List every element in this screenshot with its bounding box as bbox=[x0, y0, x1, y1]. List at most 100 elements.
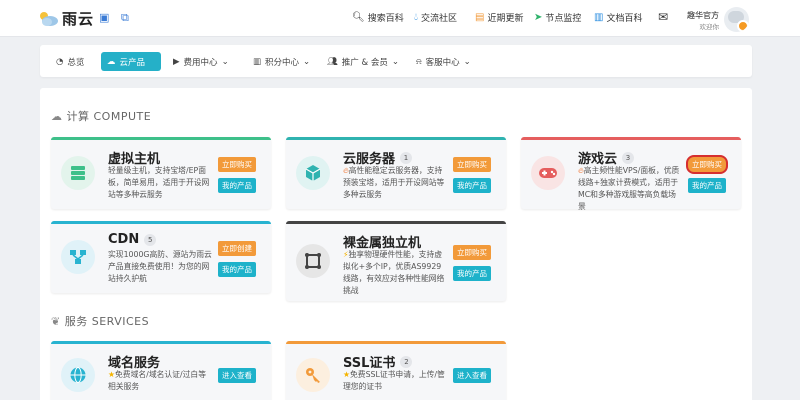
card-description: 🔥︎高性能稳定云服务器，支持预装宝塔，适用于开设网站等多种云服务 bbox=[343, 165, 448, 201]
enter-view-button[interactable]: 进入查看 bbox=[453, 368, 491, 383]
avatar-badge-icon bbox=[737, 20, 749, 32]
tab-label: 总览 bbox=[67, 57, 85, 68]
card-description: ★免费域名/域名认证/过白等相关服务 bbox=[108, 369, 213, 393]
gamepad-icon bbox=[531, 156, 565, 190]
nav-label: 交流社区 bbox=[421, 14, 458, 24]
buy-now-button[interactable]: 立即购买 bbox=[218, 157, 256, 172]
nav-label: 文档百科 bbox=[606, 14, 643, 24]
card-cdn: CDN 5 实现1000G高防、源站为雨云产品直接免费使用！为您的网站持久护航 立… bbox=[51, 221, 271, 293]
top-bar: 雨云 ▣ ⧉ 🔍︎ 搜索百科 💧︎ 交流社区 ▤ 近期更新 ➤ 节点监控 ▥ 文… bbox=[0, 0, 800, 37]
bare-metal-icon bbox=[296, 244, 330, 278]
card-title-text: CDN bbox=[108, 232, 140, 247]
my-products-button[interactable]: 我的产品 bbox=[453, 266, 491, 281]
my-products-button[interactable]: 我的产品 bbox=[218, 262, 256, 277]
buy-now-button[interactable]: 立即购买 bbox=[688, 157, 726, 172]
tab-billing[interactable]: ▶ 费用中心 ⌄ bbox=[167, 52, 235, 71]
card-description: 实现1000G高防、源站为雨云产品直接免费使用！为您的网站持久护航 bbox=[108, 250, 212, 283]
card-ssl-certificate: SSL证书 2 ★免费SSL证书申请，上传/管理您的证书 进入查看 bbox=[286, 341, 506, 400]
buy-now-button[interactable]: 立即购买 bbox=[453, 157, 491, 172]
cloud-icon: ☁ bbox=[51, 109, 63, 123]
cloud-icon: ☁ bbox=[107, 56, 116, 67]
image-icon[interactable]: ▣ bbox=[99, 11, 109, 24]
globe-icon bbox=[61, 358, 95, 392]
desc-text: 免费SSL证书申请，上传/管理您的证书 bbox=[343, 370, 445, 391]
section-compute-title: ☁ 计算 COMPUTE bbox=[51, 108, 151, 124]
count-badge: 2 bbox=[400, 355, 413, 368]
desc-text: 独享物理硬件性能，支持虚拟化+多个IP，优质AS9929线路，有效应对各种性能网… bbox=[343, 250, 445, 295]
tab-cloud-products[interactable]: ☁ 云产品 bbox=[101, 52, 161, 71]
card-description: ★免费SSL证书申请，上传/管理您的证书 bbox=[343, 369, 448, 393]
star-icon: ★ bbox=[108, 370, 115, 379]
tab-label: 推广 & 会员 bbox=[341, 57, 388, 68]
chevron-down-icon: ⌄ bbox=[221, 56, 229, 67]
card-description: 轻量级主机，支持宝塔/EP面板，简单易用，适用于开设网站等多种云服务 bbox=[108, 166, 210, 199]
card-title: CDN 5 bbox=[108, 232, 157, 247]
my-products-button[interactable]: 我的产品 bbox=[453, 178, 491, 193]
chevron-down-icon: ⌄ bbox=[303, 56, 311, 67]
nav-label: 近期更新 bbox=[487, 14, 524, 24]
dashboard-icon: ◔ bbox=[56, 56, 64, 67]
leaf-icon: ❦ bbox=[51, 314, 61, 328]
nav-label: 搜索百科 bbox=[367, 14, 404, 24]
logo-text: 雨云 bbox=[62, 10, 95, 28]
server-list-icon bbox=[61, 156, 95, 190]
card-domain-service: 域名服务 ★免费域名/域名认证/过白等相关服务 进入查看 bbox=[51, 341, 271, 400]
card-bare-metal: 裸金属独立机 ⚡︎独享物理硬件性能，支持虚拟化+多个IP，优质AS9929线路，… bbox=[286, 221, 506, 301]
drop-icon: 💧︎ bbox=[414, 12, 418, 23]
count-badge: 3 bbox=[622, 151, 635, 164]
section-title-text: 服务 SERVICES bbox=[64, 315, 150, 328]
nav-search-wiki[interactable]: 🔍︎ 搜索百科 bbox=[352, 11, 404, 24]
support-icon: ⍾ bbox=[416, 56, 422, 67]
avatar[interactable] bbox=[724, 7, 749, 32]
count-badge: 1 bbox=[400, 151, 413, 164]
chevron-down-icon: ⌄ bbox=[391, 56, 399, 67]
user-name: 趣华官方 bbox=[687, 11, 719, 20]
tab-label: 积分中心 bbox=[265, 57, 300, 68]
logo[interactable]: 雨云 bbox=[38, 8, 94, 29]
tab-promotion-membership[interactable]: 👥︎ 推广 & 会员 ⌄ bbox=[321, 52, 405, 71]
tab-label: 费用中心 bbox=[183, 57, 218, 68]
key-icon bbox=[296, 358, 330, 392]
logo-sun-cloud-icon bbox=[40, 11, 58, 26]
translate-icon[interactable]: ⧉ bbox=[121, 11, 129, 25]
nav-docs-wiki[interactable]: ▥ 文档百科 bbox=[594, 11, 642, 24]
tab-label: 云产品 bbox=[119, 57, 146, 68]
card-description: ⚡︎独享物理硬件性能，支持虚拟化+多个IP，优质AS9929线路，有效应对各种性… bbox=[343, 249, 448, 297]
my-products-button[interactable]: 我的产品 bbox=[218, 178, 256, 193]
nav-node-monitor[interactable]: ➤ 节点监控 bbox=[534, 11, 581, 24]
user-role: 欢迎你 bbox=[699, 23, 720, 31]
desc-text: 高性能稳定云服务器，支持预装宝塔，适用于开设网站等多种云服务 bbox=[343, 166, 445, 199]
card-virtual-host: 虚拟主机 轻量级主机，支持宝塔/EP面板，简单易用，适用于开设网站等多种云服务 … bbox=[51, 137, 271, 209]
tab-points[interactable]: ▥ 积分中心 ⌄ bbox=[247, 52, 316, 71]
card-game-cloud: 游戏云 3 🔥︎高主频性能VPS/面板，优质线路+独家计费模式，适用于MC和多种游… bbox=[521, 137, 741, 211]
nav-label: 节点监控 bbox=[545, 14, 582, 24]
tab-label: 客服中心 bbox=[425, 57, 460, 68]
main-tabs: ◔ 总览 ☁ 云产品 ▶ 费用中心 ⌄ ▥ 积分中心 ⌄ 👥︎ 推广 & 会员 … bbox=[40, 45, 752, 77]
desc-text: 免费域名/域名认证/过白等相关服务 bbox=[108, 370, 207, 391]
book-icon: ▥ bbox=[594, 12, 604, 23]
my-products-button[interactable]: 我的产品 bbox=[688, 178, 726, 193]
desc-text: 高主频性能VPS/面板，优质线路+独家计费模式，适用于MC和多种游戏服等高负载场… bbox=[578, 166, 680, 211]
mail-icon[interactable]: ✉ bbox=[658, 10, 668, 24]
card-description: 🔥︎高主频性能VPS/面板，优质线路+独家计费模式，适用于MC和多种游戏服等高负… bbox=[578, 165, 683, 213]
count-badge: 5 bbox=[144, 233, 157, 246]
send-icon: ➤ bbox=[534, 12, 543, 23]
tab-support[interactable]: ⍾ 客服中心 ⌄ bbox=[410, 52, 477, 71]
list-icon: ▤ bbox=[475, 12, 485, 23]
cube-icon bbox=[296, 156, 330, 190]
nav-recent-updates[interactable]: ▤ 近期更新 bbox=[475, 11, 523, 24]
nav-community[interactable]: 💧︎ 交流社区 bbox=[414, 11, 457, 24]
points-icon: ▥ bbox=[253, 56, 262, 67]
tab-overview[interactable]: ◔ 总览 bbox=[50, 52, 90, 71]
sitemap-icon bbox=[61, 240, 95, 274]
section-services-title: ❦ 服务 SERVICES bbox=[51, 313, 149, 329]
user-info[interactable]: 趣华官方 欢迎你 bbox=[685, 11, 719, 31]
enter-view-button[interactable]: 进入查看 bbox=[218, 368, 256, 383]
chevron-down-icon: ⌄ bbox=[463, 56, 471, 67]
star-icon: ★ bbox=[343, 370, 350, 379]
users-icon: 👥︎ bbox=[327, 56, 338, 67]
buy-now-button[interactable]: 立即购买 bbox=[453, 245, 491, 260]
create-now-button[interactable]: 立即创建 bbox=[218, 241, 256, 256]
video-icon: ▶ bbox=[173, 56, 180, 67]
products-panel: ☁ 计算 COMPUTE 虚拟主机 轻量级主机，支持宝塔/EP面板，简单易用，适… bbox=[40, 88, 752, 400]
